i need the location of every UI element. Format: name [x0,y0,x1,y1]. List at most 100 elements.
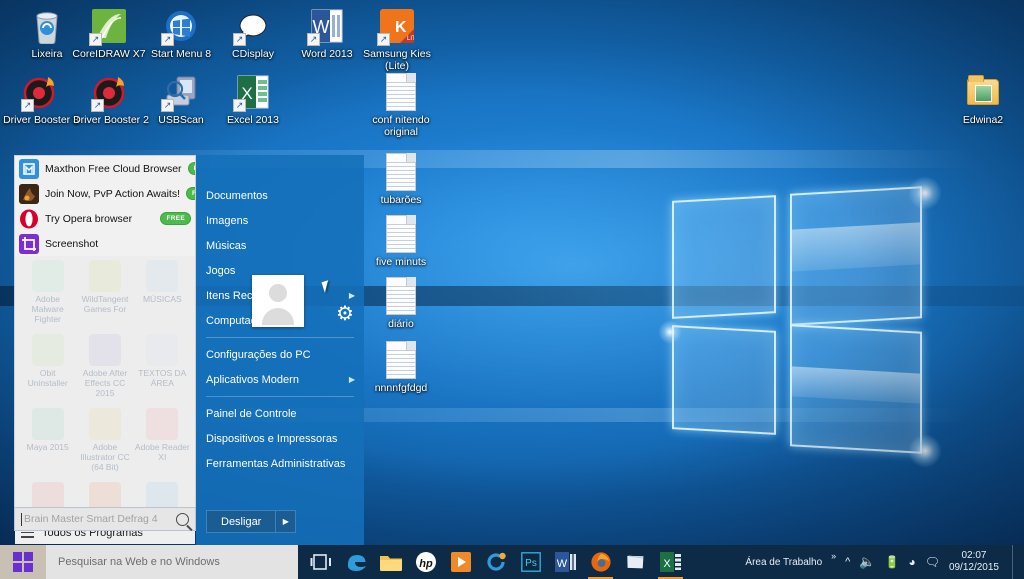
start-menu-item[interactable]: Músicas [196,233,364,258]
start-menu-item[interactable]: Configurações do PC [196,342,364,367]
desktop-icon-samsung-kies[interactable]: KLITESamsung Kies (Lite) [358,6,436,72]
volume-icon[interactable]: 🔈 [859,554,875,570]
desktop-icon-label: Start Menu 8 [150,48,212,60]
taskbar-pinned-icons[interactable]: hp Ps W X [298,545,687,579]
svg-text:K: K [395,19,407,36]
battery-icon[interactable]: 🔋 [885,555,900,569]
show-desktop-button[interactable] [1012,545,1016,579]
desktop-icon-document[interactable]: conf nitendo original [362,72,440,138]
desktop-screen: Lixeira CoreIDRAW X7 Start Menu 8 CDisplay W… [0,0,1024,579]
desktop-icon-cdisplay[interactable]: CDisplay [214,6,292,61]
desktop-icon-label: Lixeira [31,48,63,60]
start-menu-ad-item[interactable]: Join Now, PvP Action Awaits! FREE [15,181,195,206]
desktop-icon-label: tubarões [380,194,422,206]
excel-icon[interactable]: X [654,545,687,579]
text-caret [21,512,22,526]
start-menu-ad-label: Try Opera browser [45,212,133,225]
task-view-icon[interactable] [304,545,337,579]
shortcut-overlay-icon [91,99,104,112]
ghost-program-item: TEXTOS DA ÁREA [134,334,191,398]
desktop-icon-usbscan[interactable]: USBScan [142,72,220,127]
ghost-program-item: Obit Uninstaller [19,334,76,398]
start-menu-item[interactable]: Imagens [196,208,364,233]
start-menu-item-label: Dispositivos e Impressoras [206,432,338,445]
start-menu-item-label: Ferramentas Administrativas [206,457,346,470]
desktop-icon-document[interactable]: five minuts [362,214,440,269]
svg-text:W: W [556,558,567,570]
ghost-program-icon [31,260,64,292]
wifi-icon[interactable]: ◕ [908,555,915,569]
start-menu-ad-item[interactable]: Try Opera browser FREE [15,206,195,231]
start-menu-item-label: Documentos [206,189,268,202]
folder-picture-icon [963,72,1003,112]
ghost-program-icon [146,260,179,292]
start-menu-left-panel[interactable]: Adobe Malware Fighter WildTangent Games F… [14,155,196,513]
start-menu-search-input[interactable]: Brain Master Smart Defrag 4 [14,507,196,531]
start-menu-ad-item[interactable]: Screenshot [15,231,195,256]
free-badge: FREE [186,187,195,200]
show-hidden-icons[interactable]: ^ [845,556,850,568]
ghost-program-item: Maya 2015 [19,408,76,472]
start-menu-item-label: Aplicativos Modern [206,373,299,386]
action-center-icon[interactable]: 🗨 [925,555,940,569]
shutdown-button[interactable]: Desligar [206,510,277,533]
ghost-program-icon [146,408,179,440]
ghost-program-label: MÚSICAS [142,294,182,304]
menu-separator [206,337,354,338]
desktop-icon-label: Driver Booster 2 [73,114,149,126]
settings-gear-icon[interactable]: ⚙ [335,304,355,324]
windows-start-button[interactable] [0,545,46,579]
user-avatar[interactable] [252,275,304,327]
desktop-icon-excel[interactable]: X Excel 2013 [214,72,292,127]
desktop-icon-document[interactable]: tubarões [362,152,440,207]
file-explorer-icon[interactable] [374,545,407,579]
start-menu-item[interactable]: Documentos [196,183,364,208]
start-menu-item[interactable]: Dispositivos e Impressoras [196,426,364,451]
shutdown-button-group[interactable]: Desligar ▶ [206,510,297,533]
start-menu-item[interactable]: Aplicativos Modern ▶ [196,367,364,392]
start-menu-ghost-programs: Adobe Malware Fighter WildTangent Games F… [19,260,191,512]
desktop-icon-start-menu-8[interactable]: Start Menu 8 [142,6,220,61]
start-menu-item[interactable]: Painel de Controle [196,401,364,426]
sticky-notes-icon[interactable] [619,545,652,579]
ghost-program-icon [88,260,121,292]
document-icon [381,72,421,112]
ghost-program-label: Adobe Malware Fighter [31,294,64,324]
desktop-icon-label: Excel 2013 [227,114,279,126]
start-menu-ad-item[interactable]: Maxthon Free Cloud Browser FREE [15,156,195,181]
taskbar[interactable]: Pesquisar na Web e no Windows hp Ps W X Áre… [0,545,1024,579]
hp-icon[interactable]: hp [409,545,442,579]
media-player-icon[interactable] [444,545,477,579]
taskbar-search-box[interactable]: Pesquisar na Web e no Windows [46,545,298,579]
desktop-icon-driver-booster[interactable]: Driver Booster 2 [72,72,150,127]
start-menu[interactable]: Adobe Malware Fighter WildTangent Games F… [0,150,364,550]
tray-desktop-label[interactable]: Área de Trabalho [745,557,822,568]
search-icon[interactable] [176,512,189,526]
desktop-icon-label: five minuts [375,256,427,268]
system-tray[interactable]: Área de Trabalho » ^ 🔈 🔋 ◕ 🗨 02:07 09/12… [745,545,1024,579]
desktop-icon-label: CoreIDRAW X7 [72,48,146,60]
advanced-systemcare-icon[interactable] [479,545,512,579]
photoshop-icon[interactable]: Ps [514,545,547,579]
document-icon [381,214,421,254]
game-ad-icon [19,183,39,204]
desktop-icon-document[interactable]: nnnnfgfdgd [362,340,440,395]
ghost-program-item: Adobe Illustrator CC (64 Bit) [76,408,133,472]
tray-clock[interactable]: 02:07 09/12/2015 [949,550,999,574]
desktop-icon-document[interactable]: diário [362,276,440,331]
desktop-icon-label: CDisplay [231,48,274,60]
desktop-icon-label: Driver Booster 3 [3,114,79,126]
start-menu-right-panel[interactable]: Documentos Imagens Músicas Jogos Itens Recen… [196,155,364,550]
edge-icon[interactable] [339,545,372,579]
desktop-icon-word[interactable]: W Word 2013 [288,6,366,61]
tray-overflow-icon[interactable]: » [831,551,836,561]
start-menu-ad-list[interactable]: Maxthon Free Cloud BrowserFREEJoin Now, … [15,156,195,256]
desktop-icon-coreldraw[interactable]: CoreIDRAW X7 [70,6,148,61]
desktop-icon-folder-picture[interactable]: Edwina2 [944,72,1022,127]
word-icon[interactable]: W [549,545,582,579]
start-menu-item[interactable]: Ferramentas Administrativas [196,451,364,476]
desktop-icon-driver-booster[interactable]: Driver Booster 3 [2,72,80,127]
firefox-icon[interactable] [584,545,617,579]
shutdown-options-arrow[interactable]: ▶ [276,510,297,533]
coreldraw-icon [89,6,129,46]
